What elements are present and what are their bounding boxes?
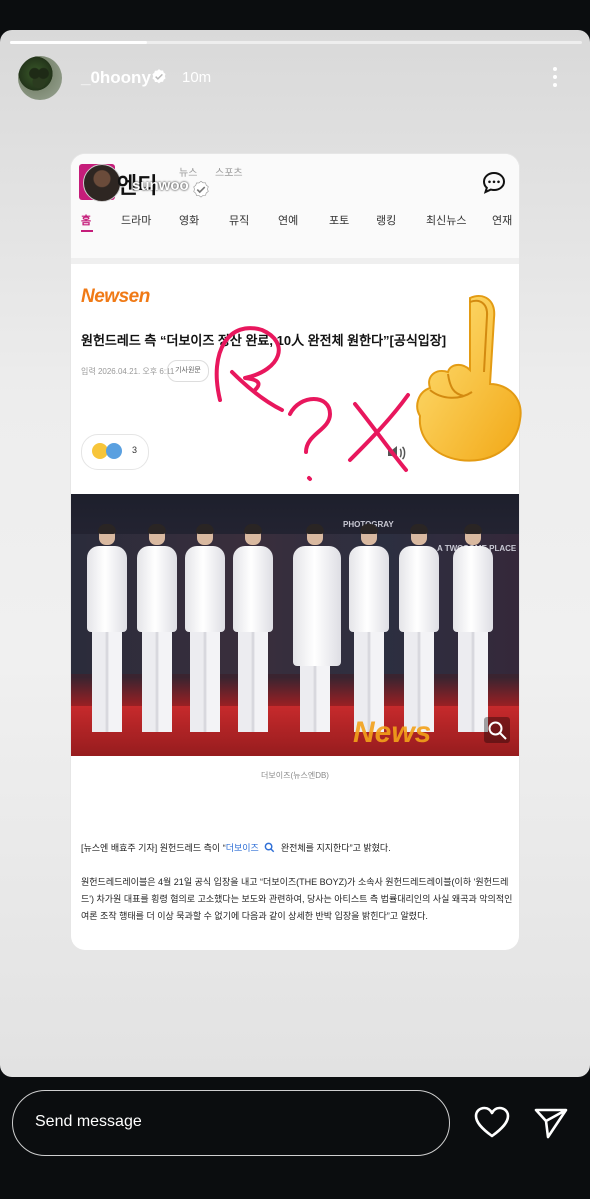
send-message-placeholder: Send message (35, 1113, 142, 1130)
pointing-up-emoji-icon (416, 295, 522, 462)
doodle-question-mark (288, 397, 332, 481)
send-icon[interactable] (532, 1104, 570, 1142)
story-frame: _0hoony 10m 엔디 뉴스 스포츠 sunwoo 홈 드라마 영화 뮤직… (0, 30, 590, 1077)
send-message-field[interactable]: Send message (12, 1090, 450, 1156)
doodle-letter-x (348, 393, 410, 472)
story-doodle-layer (214, 326, 410, 481)
heart-icon[interactable] (473, 1104, 511, 1142)
doodle-letter-r (214, 326, 284, 412)
